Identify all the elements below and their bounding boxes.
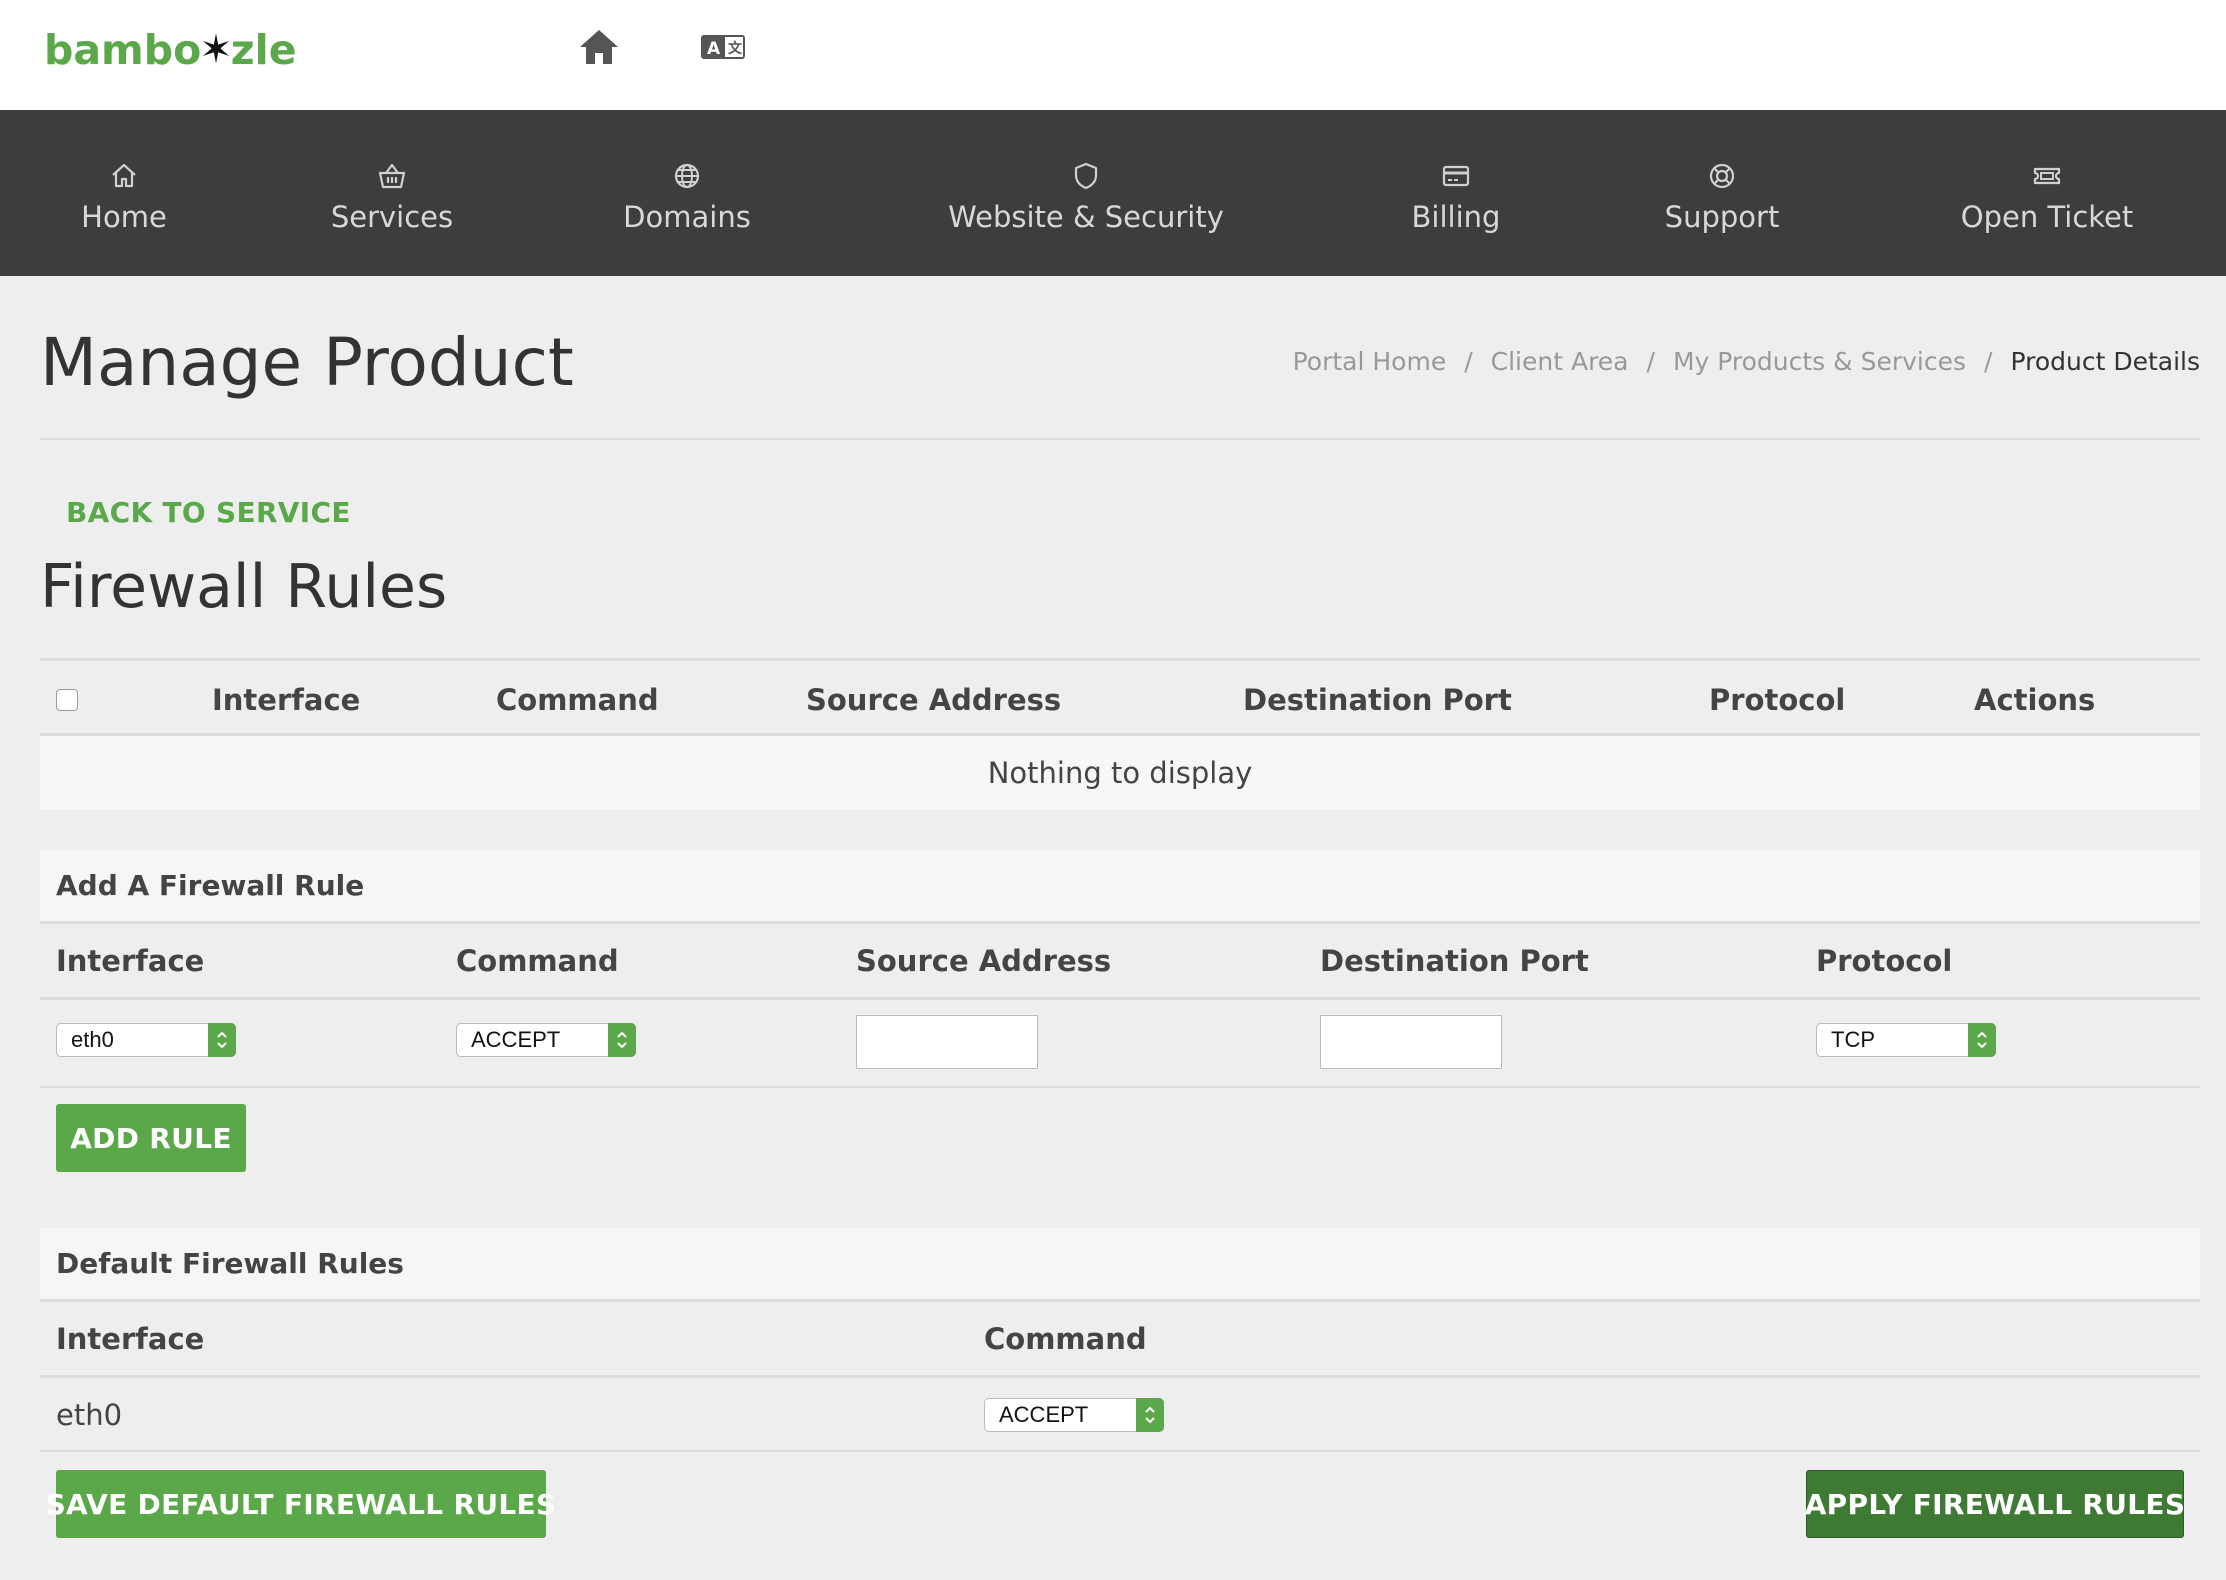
main-nav: Home Services Domains Website & Security… [0, 110, 2226, 276]
save-default-firewall-rules-button[interactable]: SAVE DEFAULT FIREWALL RULES [46, 1470, 556, 1538]
panel-title: Add A Firewall Rule [40, 850, 2200, 924]
breadcrumb-product-details: Product Details [2010, 347, 2200, 376]
nav-item-open-ticket[interactable]: Open Ticket [1960, 110, 2134, 276]
home-icon[interactable] [574, 24, 624, 70]
svg-text:A: A [707, 39, 721, 59]
column-header-source-address[interactable]: Source Address [806, 683, 1061, 717]
section-title: Firewall Rules [40, 552, 448, 622]
label-interface: Interface [56, 944, 205, 978]
column-header-protocol[interactable]: Protocol [1709, 683, 1845, 717]
interface-select[interactable]: eth0 [56, 1023, 236, 1057]
column-header-destination-port[interactable]: Destination Port [1243, 683, 1512, 717]
nav-item-support[interactable]: Support [1664, 110, 1780, 276]
default-interface-value: eth0 [56, 1398, 123, 1432]
nav-item-services[interactable]: Services [318, 110, 466, 276]
table-header: Interface Command Source Address Destina… [40, 658, 2200, 736]
breadcrumb-separator: / [1464, 347, 1473, 376]
globe-icon [674, 163, 700, 189]
logo-star: ✶ [199, 27, 233, 73]
add-rule-labels: Interface Command Source Address Destina… [40, 924, 2200, 1000]
basket-icon [378, 163, 406, 189]
label-interface: Interface [56, 1322, 205, 1356]
nav-label-home: Home [81, 200, 167, 234]
svg-text:文: 文 [728, 40, 743, 57]
source-address-input[interactable] [856, 1015, 1038, 1069]
top-bar: bambo ✶ zle A文 [0, 0, 2226, 110]
page-title: Manage Product [40, 324, 574, 401]
nav-item-website-security[interactable]: Website & Security [948, 110, 1224, 276]
logo-text-right: zle [230, 26, 297, 74]
empty-message: Nothing to display [40, 736, 2200, 810]
protocol-select[interactable]: TCP [1816, 1023, 1996, 1057]
interface-select-value: eth0 [71, 1027, 114, 1052]
translate-icon[interactable]: A文 [698, 24, 748, 70]
column-header-actions: Actions [1974, 683, 2096, 717]
home-outline-icon [112, 163, 136, 188]
destination-port-input[interactable] [1320, 1015, 1502, 1069]
column-header-command[interactable]: Command [496, 683, 659, 717]
label-destination-port: Destination Port [1320, 944, 1589, 978]
chevron-updown-icon [1136, 1398, 1164, 1432]
nav-label-domains: Domains [623, 200, 751, 234]
column-header-interface[interactable]: Interface [212, 683, 360, 717]
header-divider [40, 438, 2200, 440]
lifebuoy-icon [1709, 163, 1735, 189]
default-command-select-value: ACCEPT [999, 1402, 1089, 1427]
logo-text-left: bambo [44, 26, 202, 74]
add-rule-inputs: eth0 ACCEPT TCP [40, 1000, 2200, 1088]
add-rule-button[interactable]: ADD RULE [56, 1104, 246, 1172]
breadcrumb: Portal Home / Client Area / My Products … [1293, 347, 2200, 376]
label-protocol: Protocol [1816, 944, 1953, 978]
protocol-select-value: TCP [1831, 1027, 1875, 1052]
add-firewall-rule-panel: Add A Firewall Rule Interface Command So… [40, 850, 2200, 1088]
breadcrumb-portal-home[interactable]: Portal Home [1293, 347, 1447, 376]
nav-item-domains[interactable]: Domains [620, 110, 754, 276]
label-source-address: Source Address [856, 944, 1112, 978]
default-command-select[interactable]: ACCEPT [984, 1398, 1164, 1432]
breadcrumb-separator: / [1646, 347, 1655, 376]
chevron-updown-icon [1968, 1023, 1996, 1057]
select-all-checkbox[interactable] [56, 689, 78, 711]
back-to-service-link[interactable]: BACK TO SERVICE [66, 496, 351, 529]
chevron-updown-icon [608, 1023, 636, 1057]
apply-firewall-rules-button[interactable]: APPLY FIREWALL RULES [1805, 1470, 2185, 1538]
shield-icon [1074, 162, 1098, 190]
nav-label-support: Support [1664, 200, 1780, 234]
breadcrumb-separator: / [1984, 347, 1993, 376]
command-select[interactable]: ACCEPT [456, 1023, 636, 1057]
chevron-updown-icon [208, 1023, 236, 1057]
credit-card-icon [1442, 165, 1470, 187]
default-rule-row: eth0 ACCEPT [40, 1378, 2200, 1452]
breadcrumb-my-products[interactable]: My Products & Services [1673, 347, 1966, 376]
nav-item-home[interactable]: Home [64, 110, 184, 276]
panel-title: Default Firewall Rules [40, 1228, 2200, 1302]
nav-label-open-ticket: Open Ticket [1960, 200, 2134, 234]
ticket-icon [2033, 167, 2061, 185]
label-command: Command [456, 944, 619, 978]
nav-label-billing: Billing [1411, 200, 1501, 234]
command-select-value: ACCEPT [471, 1027, 561, 1052]
firewall-rules-table: Interface Command Source Address Destina… [40, 658, 2200, 810]
nav-label-services: Services [330, 200, 454, 234]
label-command: Command [984, 1322, 1147, 1356]
breadcrumb-client-area[interactable]: Client Area [1491, 347, 1629, 376]
brand-logo[interactable]: bambo ✶ zle [44, 26, 297, 74]
default-rules-labels: Interface Command [40, 1302, 2200, 1378]
default-firewall-rules-panel: Default Firewall Rules Interface Command… [40, 1228, 2200, 1452]
nav-item-billing[interactable]: Billing [1404, 110, 1508, 276]
nav-label-website-security: Website & Security [948, 200, 1224, 234]
